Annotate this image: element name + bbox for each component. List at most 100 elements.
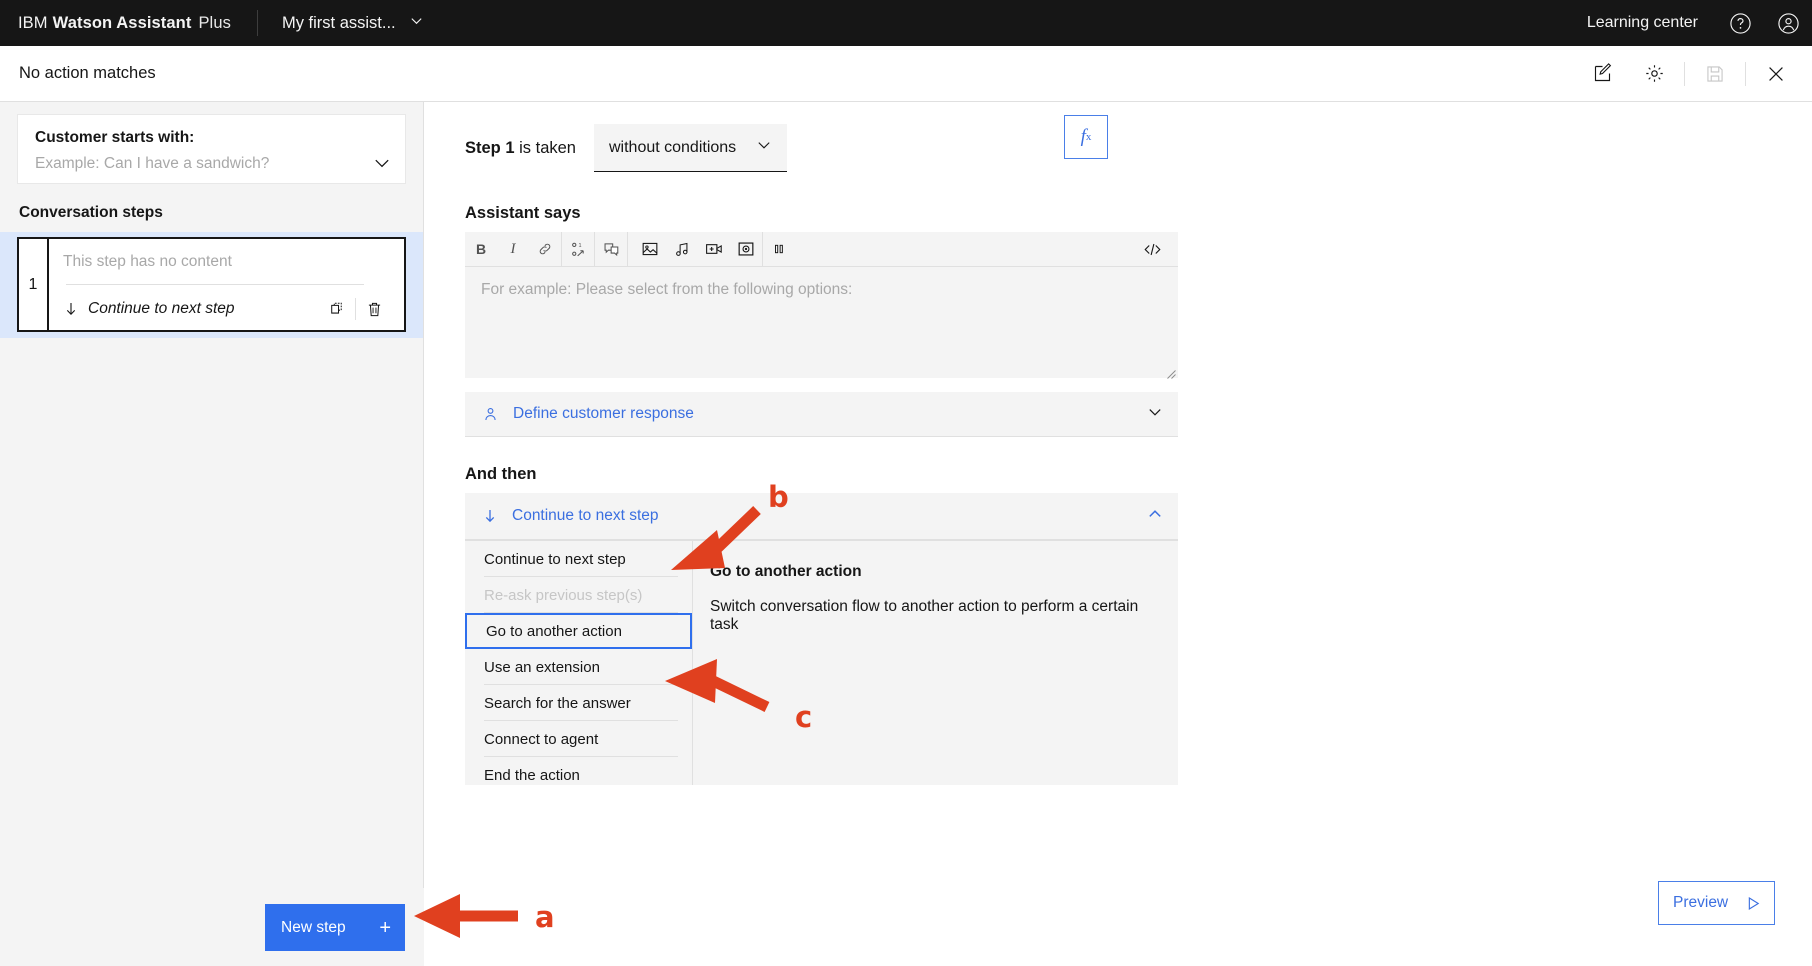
option-detail-panel: Go to another action Switch conversation… <box>693 541 1178 785</box>
toolbar-divider <box>627 231 628 267</box>
learning-center-link[interactable]: Learning center <box>1569 14 1716 32</box>
option-label: Search for the answer <box>484 694 631 712</box>
action-toolbar: No action matches <box>0 46 1812 102</box>
option-label: Connect to agent <box>484 730 599 748</box>
close-x-icon[interactable] <box>1750 46 1802 102</box>
option-label: Use an extension <box>484 658 600 676</box>
rich-text-toolbar: B I 1 <box>465 231 1178 267</box>
chevron-down-icon[interactable] <box>373 154 391 177</box>
step-editor-panel: Step 1 is taken without conditions fx As… <box>424 102 1812 966</box>
plus-icon: + <box>379 916 391 939</box>
page-title: No action matches <box>19 64 156 82</box>
fx-sub: x <box>1085 131 1092 143</box>
assistant-says-placeholder: For example: Please select from the foll… <box>481 281 853 298</box>
and-then-dropdown: Continue to next step Re-ask previous st… <box>465 540 1178 785</box>
and-then-selected-option[interactable]: Continue to next step <box>465 493 1178 540</box>
new-step-label: New step <box>281 918 346 936</box>
assistant-says-editor: B I 1 For example: Please select from th… <box>465 231 1178 379</box>
edit-pencil-icon[interactable] <box>1576 46 1628 102</box>
brand-product: Watson Assistant <box>52 13 192 32</box>
step-card-body: This step has no content Continue to nex… <box>49 239 404 330</box>
image-icon[interactable] <box>634 232 666 267</box>
pause-icon[interactable] <box>763 232 795 267</box>
option-detail-description: Switch conversation flow to another acti… <box>710 598 1139 633</box>
assistant-says-textarea[interactable]: For example: Please select from the foll… <box>465 267 1178 379</box>
app-root: IBM Watson Assistant Plus My first assis… <box>0 0 1812 966</box>
step-taken-label: Step 1 is taken <box>465 139 576 158</box>
bold-icon[interactable]: B <box>465 232 497 267</box>
step-card-actions <box>319 294 392 324</box>
link-icon[interactable] <box>529 232 561 267</box>
brand-logo[interactable]: IBM Watson Assistant Plus <box>0 14 231 33</box>
assistant-name: My first assist... <box>281 13 396 32</box>
brand-ibm: IBM <box>18 13 48 32</box>
option-use-an-extension[interactable]: Use an extension <box>465 649 692 685</box>
preview-button[interactable]: Preview <box>1658 881 1775 925</box>
svg-text:1: 1 <box>578 242 581 248</box>
chevron-up-icon[interactable] <box>1147 506 1163 527</box>
customer-starts-with-card[interactable]: Customer starts with: Example: Can I hav… <box>17 114 406 184</box>
video-icon[interactable] <box>698 232 730 267</box>
iframe-icon[interactable] <box>730 232 762 267</box>
action-toolbar-buttons <box>1576 46 1812 101</box>
expression-fx-button[interactable]: fx <box>1064 115 1108 159</box>
code-brackets-icon[interactable] <box>1136 232 1168 267</box>
option-end-the-action[interactable]: End the action <box>465 757 692 793</box>
arrow-down-icon <box>482 508 498 524</box>
conversation-steps-label: Conversation steps <box>19 204 163 221</box>
italic-icon[interactable]: I <box>497 232 529 267</box>
user-avatar-icon[interactable] <box>1764 0 1812 46</box>
option-connect-to-agent[interactable]: Connect to agent <box>465 721 692 757</box>
step-card-footer: Continue to next step <box>63 294 392 324</box>
brand-plan: Plus <box>198 13 231 32</box>
define-customer-response-row[interactable]: Define customer response <box>465 392 1178 437</box>
option-label: Continue to next step <box>484 550 626 568</box>
copy-icon[interactable] <box>319 294 355 324</box>
steps-sidebar: Customer starts with: Example: Can I hav… <box>0 102 424 966</box>
option-label: End the action <box>484 766 580 784</box>
person-icon <box>482 406 499 423</box>
settings-gear-icon[interactable] <box>1628 46 1680 102</box>
variable-icon[interactable]: 1 <box>562 232 594 267</box>
step-card-1[interactable]: 1 This step has no content Continue to n… <box>17 237 406 332</box>
option-continue-to-next-step[interactable]: Continue to next step <box>465 541 692 577</box>
resize-handle[interactable] <box>1166 366 1176 379</box>
option-search-for-the-answer[interactable]: Search for the answer <box>465 685 692 721</box>
option-re-ask-previous-steps: Re-ask previous step(s) <box>465 577 692 613</box>
option-label: Go to another action <box>486 622 622 640</box>
trash-icon[interactable] <box>356 294 392 324</box>
conditions-dropdown[interactable]: without conditions <box>593 124 787 172</box>
step-taken-suffix: is taken <box>514 138 576 157</box>
new-step-button[interactable]: New step + <box>265 904 405 951</box>
global-header: IBM Watson Assistant Plus My first assis… <box>0 0 1812 46</box>
step-condition-row: Step 1 is taken without conditions fx <box>424 102 1812 172</box>
chevron-down-icon <box>756 137 772 158</box>
customer-starts-with-example: Example: Can I have a sandwich? <box>35 155 270 172</box>
help-circle-icon[interactable] <box>1716 0 1764 46</box>
conditions-value: without conditions <box>608 138 737 156</box>
save-disk-icon <box>1689 46 1741 102</box>
arrow-down-icon <box>63 301 79 317</box>
customer-starts-with-label: Customer starts with: <box>35 129 195 146</box>
header-actions: Learning center <box>1569 0 1812 46</box>
play-triangle-icon <box>1745 895 1762 912</box>
and-then-value: Continue to next step <box>512 507 659 524</box>
chevron-down-icon <box>409 13 424 33</box>
and-then-label: And then <box>465 465 537 483</box>
chevron-down-icon[interactable] <box>1147 404 1163 425</box>
step-empty-text: This step has no content <box>63 253 232 270</box>
preview-label: Preview <box>1673 894 1729 911</box>
header-divider <box>256 10 258 36</box>
option-label: Re-ask previous step(s) <box>484 586 643 604</box>
new-step-footer: New step + <box>0 888 424 966</box>
define-customer-response-label: Define customer response <box>513 405 694 422</box>
assistant-selector[interactable]: My first assist... <box>282 13 424 33</box>
conditional-response-icon[interactable] <box>595 232 627 267</box>
assistant-says-label: Assistant says <box>465 204 581 222</box>
step-card-divider <box>66 284 364 285</box>
and-then-option-list: Continue to next step Re-ask previous st… <box>465 541 693 785</box>
audio-icon[interactable] <box>666 232 698 267</box>
toolbar-divider <box>1745 61 1746 86</box>
option-go-to-another-action[interactable]: Go to another action <box>465 613 692 649</box>
step-taken-prefix: Step 1 <box>465 138 515 157</box>
